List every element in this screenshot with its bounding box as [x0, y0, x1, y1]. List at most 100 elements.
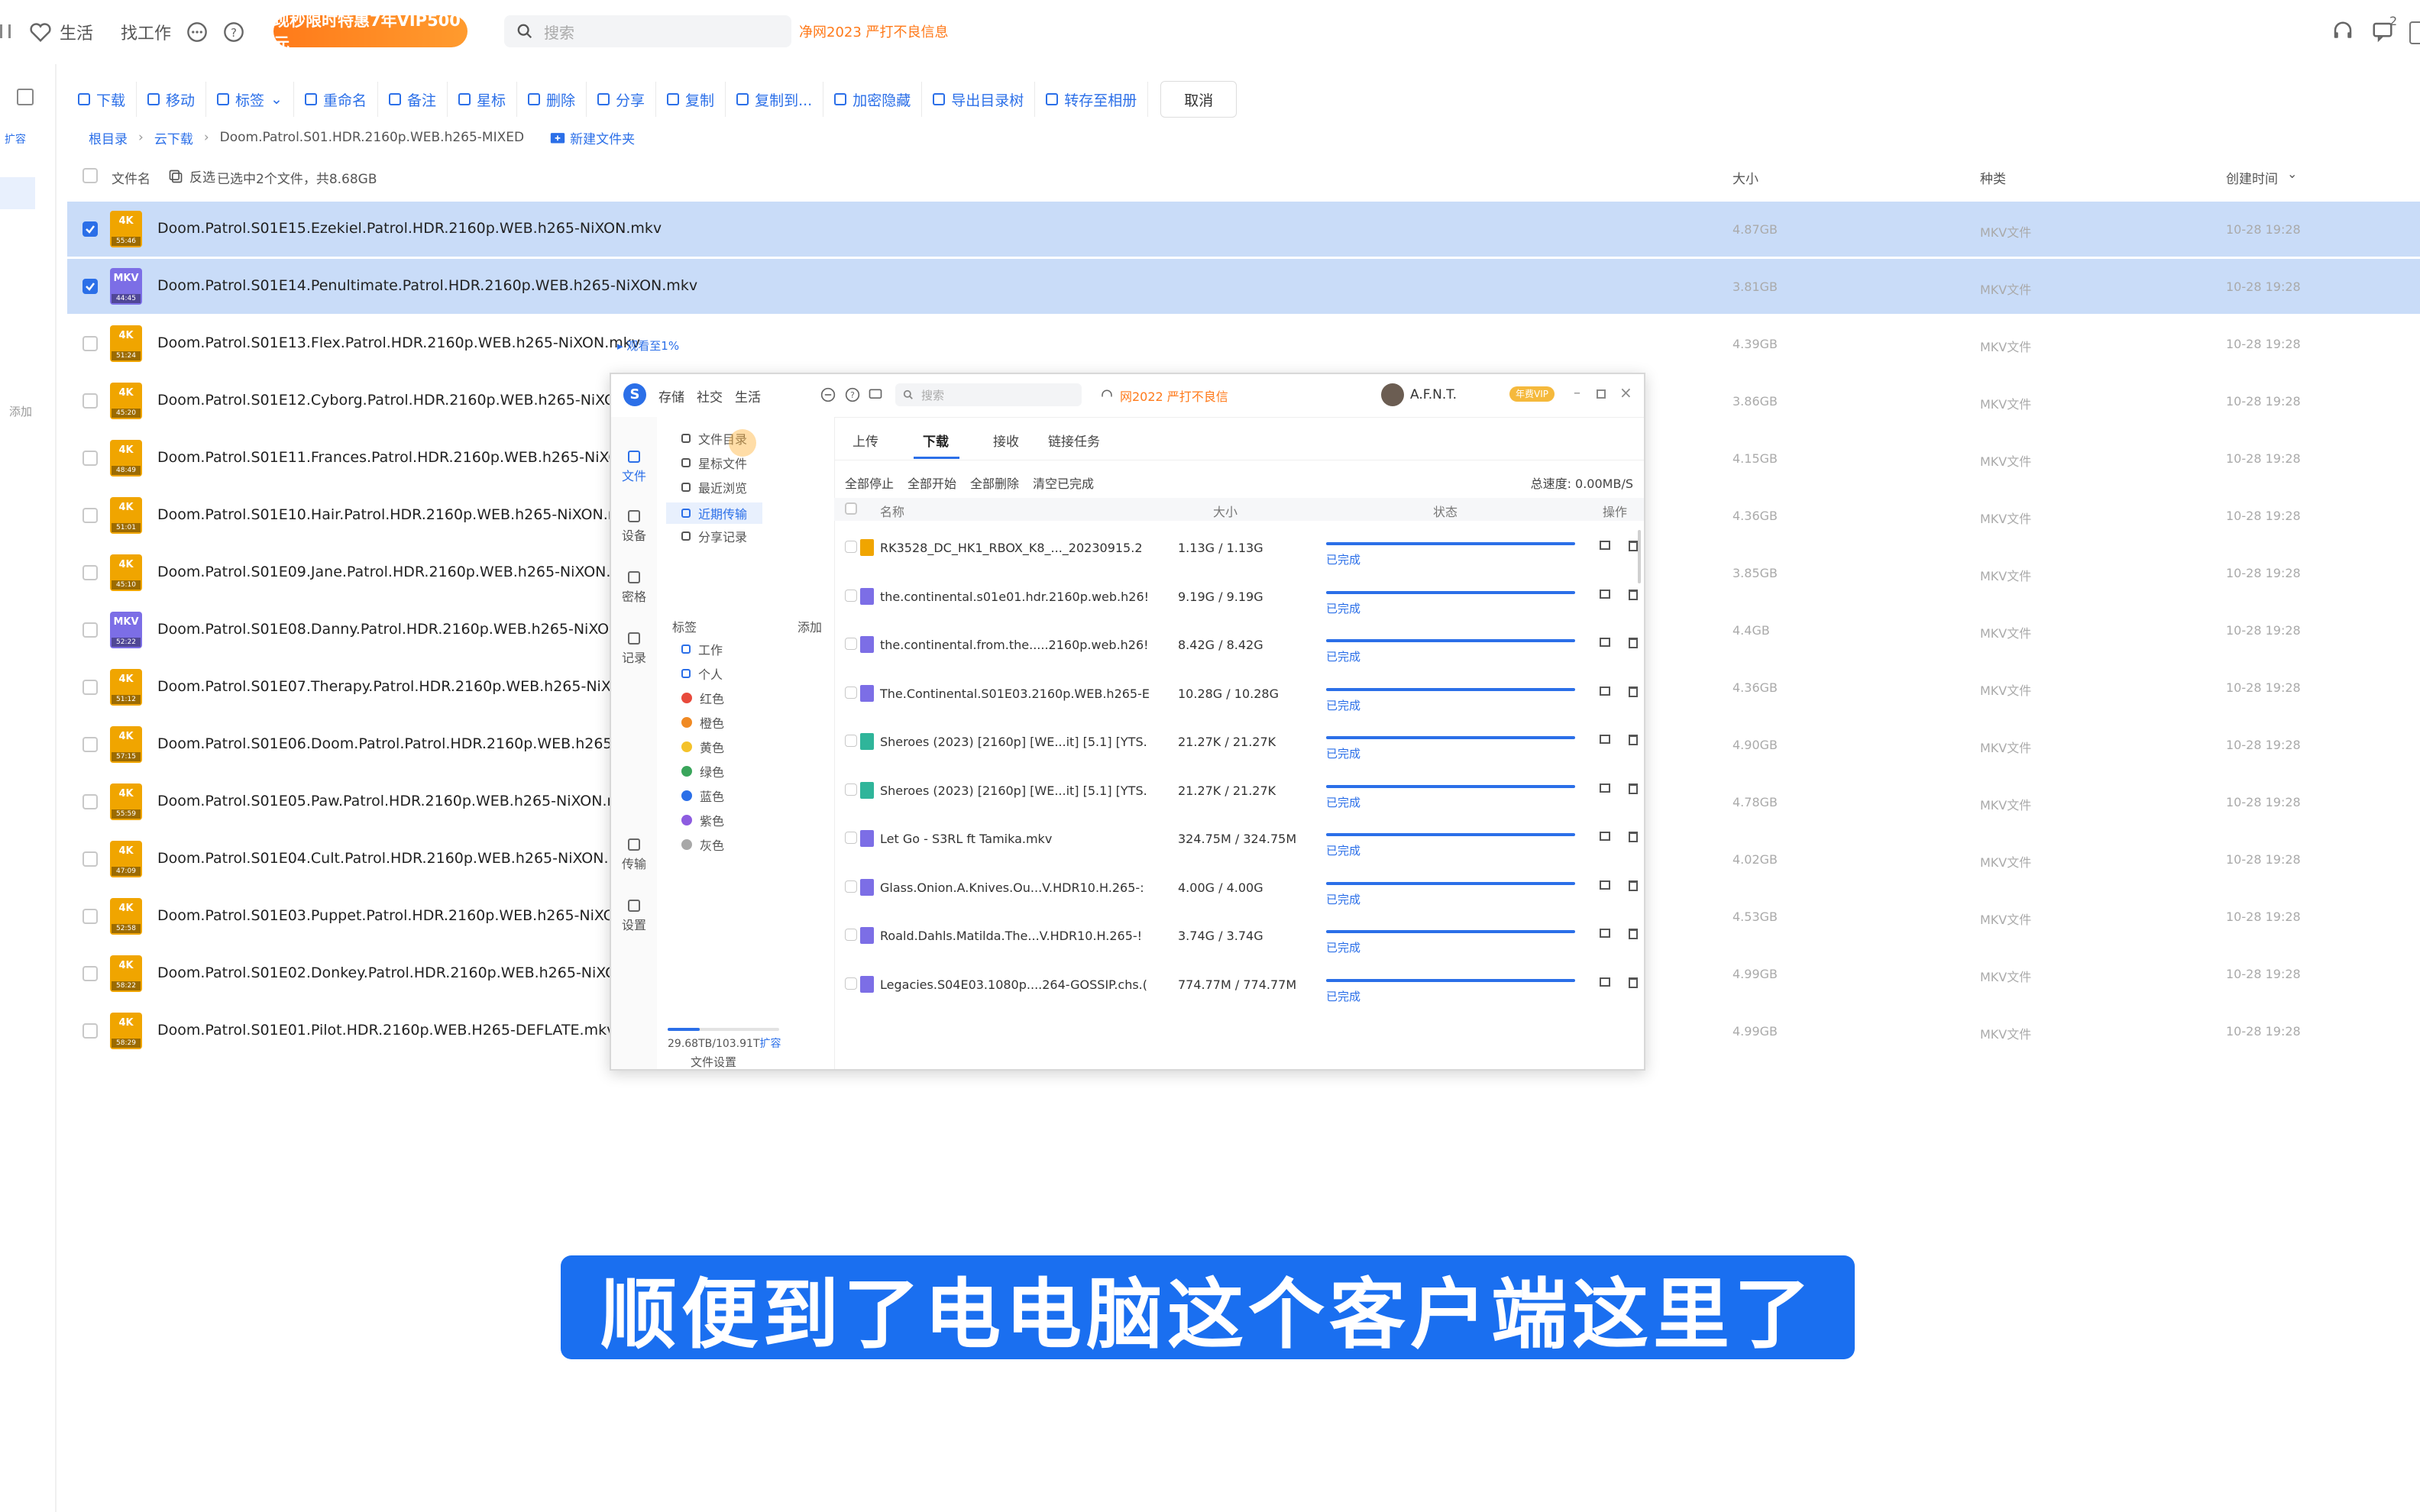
- transfer-checkbox[interactable]: [845, 783, 857, 796]
- client-rail-vault[interactable]: 密格: [611, 571, 657, 605]
- help-icon[interactable]: ?: [845, 387, 860, 402]
- client-rail-folder[interactable]: 文件: [611, 451, 657, 484]
- tag-item[interactable]: 工作: [681, 640, 723, 658]
- encrypt-hide-button[interactable]: 加密隐藏: [823, 82, 923, 117]
- star-button[interactable]: 星标: [448, 82, 518, 117]
- file-checkbox[interactable]: [82, 565, 98, 580]
- file-checkbox[interactable]: [82, 966, 98, 981]
- file-checkbox[interactable]: [82, 909, 98, 924]
- transfer-row[interactable]: the.continental.s01e01.hdr.2160p.web.h26…: [834, 579, 1644, 628]
- file-name[interactable]: Doom.Patrol.S01E03.Puppet.Patrol.HDR.216…: [157, 907, 662, 924]
- client-nav-storage[interactable]: 存储: [658, 386, 684, 405]
- breadcrumb-root[interactable]: 根目录: [89, 128, 128, 147]
- minimize-icon[interactable]: –: [1574, 385, 1580, 401]
- more-icon[interactable]: [820, 387, 836, 402]
- storage-expand-link[interactable]: 扩容: [760, 1038, 781, 1050]
- delete-icon[interactable]: [1629, 541, 1638, 551]
- transfer-checkbox[interactable]: [845, 880, 857, 893]
- life-nav[interactable]: 生活: [29, 18, 93, 46]
- file-checkbox[interactable]: [82, 680, 98, 695]
- transfer-row[interactable]: the.continental.from.the.....2160p.web.h…: [834, 627, 1644, 676]
- file-name[interactable]: Doom.Patrol.S01E01.Pilot.HDR.2160p.WEB.H…: [157, 1022, 615, 1039]
- delete-icon[interactable]: [1629, 686, 1638, 697]
- expand-badge[interactable]: 扩容: [5, 131, 26, 147]
- transfer-row[interactable]: Let Go - S3RL ft Tamika.mkv 324.75M / 324…: [834, 821, 1644, 870]
- tab-download[interactable]: 下载: [923, 431, 949, 450]
- search-input[interactable]: 搜索: [504, 15, 791, 47]
- rail-selected-item[interactable]: [0, 177, 35, 209]
- file-checkbox[interactable]: [82, 393, 98, 409]
- delete-icon[interactable]: [1629, 783, 1638, 794]
- file-checkbox[interactable]: [82, 508, 98, 523]
- open-folder-icon[interactable]: [1600, 638, 1610, 647]
- save-to-album-button[interactable]: 转存至相册: [1035, 82, 1149, 117]
- window-icon[interactable]: [2409, 21, 2420, 44]
- transfer-checkbox[interactable]: [845, 735, 857, 747]
- new-folder-button[interactable]: 新建文件夹: [550, 128, 635, 147]
- client-rail-transfer[interactable]: 传输: [611, 838, 657, 872]
- delete-icon[interactable]: [1629, 929, 1638, 939]
- delete-icon[interactable]: [1629, 589, 1638, 600]
- transfer-checkbox[interactable]: [845, 977, 857, 990]
- column-size[interactable]: 大小: [1732, 168, 1758, 187]
- delete-all-button[interactable]: 全部删除: [970, 473, 1019, 492]
- file-checkbox[interactable]: [82, 451, 98, 466]
- file-name[interactable]: Doom.Patrol.S01E13.Flex.Patrol.HDR.2160p…: [157, 334, 640, 351]
- chat-icon[interactable]: [868, 387, 883, 402]
- menu-icon[interactable]: [0, 24, 11, 38]
- move-button[interactable]: 移动: [137, 82, 207, 117]
- file-checkbox[interactable]: [82, 279, 98, 294]
- username[interactable]: A.F.N.T.: [1410, 387, 1457, 402]
- download-button[interactable]: 下载: [67, 82, 138, 117]
- file-name[interactable]: Doom.Patrol.S01E02.Donkey.Patrol.HDR.216…: [157, 964, 663, 981]
- close-icon[interactable]: ×: [1619, 383, 1632, 402]
- watch-progress-link[interactable]: ▸ 观看至1%: [617, 338, 679, 354]
- transfer-file-name[interactable]: Sheroes (2023) [2160p] [WE...it] [5.1] […: [880, 735, 1147, 749]
- invert-selection-button[interactable]: 反选: [168, 166, 215, 186]
- open-folder-icon[interactable]: [1600, 832, 1610, 841]
- transfer-file-name[interactable]: RK3528_DC_HK1_RBOX_K8_..._20230915.2: [880, 541, 1143, 555]
- open-folder-icon[interactable]: [1600, 541, 1610, 550]
- help-icon[interactable]: ?: [223, 21, 244, 43]
- file-checkbox[interactable]: [82, 737, 98, 752]
- transfer-file-name[interactable]: Glass.Onion.A.Knives.Ou...V.HDR10.H.265-…: [880, 880, 1144, 895]
- transfer-row[interactable]: The.Continental.S01E03.2160p.WEB.h265-E 1…: [834, 676, 1644, 725]
- file-checkbox[interactable]: [82, 1023, 98, 1039]
- transfer-checkbox[interactable]: [845, 832, 857, 844]
- file-checkbox[interactable]: [82, 221, 98, 237]
- client-side-item[interactable]: 最近浏览: [681, 478, 747, 496]
- avatar[interactable]: [1381, 383, 1404, 406]
- transfer-checkbox[interactable]: [845, 541, 857, 553]
- transfer-row[interactable]: Glass.Onion.A.Knives.Ou...V.HDR10.H.265-…: [834, 870, 1644, 919]
- open-folder-icon[interactable]: [1600, 880, 1610, 890]
- transfer-row[interactable]: Roald.Dahls.Matilda.The...V.HDR10.H.265-…: [834, 918, 1644, 967]
- copy-button[interactable]: 复制: [656, 82, 726, 117]
- transfer-file-name[interactable]: The.Continental.S01E03.2160p.WEB.h265-E: [880, 687, 1150, 701]
- delete-icon[interactable]: [1629, 977, 1638, 988]
- transfer-checkbox[interactable]: [845, 686, 857, 699]
- client-search-input[interactable]: 搜索: [895, 383, 1082, 406]
- client-side-item[interactable]: 分享记录: [681, 527, 747, 545]
- file-name[interactable]: Doom.Patrol.S01E10.Hair.Patrol.HDR.2160p…: [157, 506, 639, 523]
- collapse-icon[interactable]: [17, 89, 34, 105]
- file-row[interactable]: MKV 44:45 Doom.Patrol.S01E14.Penultimate.P…: [67, 259, 2420, 314]
- file-row[interactable]: 4K 55:46 Doom.Patrol.S01E15.Ezekiel.Patrol…: [67, 202, 2420, 257]
- delete-icon[interactable]: [1629, 880, 1638, 891]
- client-rail-record[interactable]: 记录: [611, 632, 657, 666]
- file-name[interactable]: Doom.Patrol.S01E12.Cyborg.Patrol.HDR.216…: [157, 392, 662, 409]
- transfer-row[interactable]: Sheroes (2023) [2160p] [WE...it] [5.1] […: [834, 773, 1644, 822]
- transfer-file-name[interactable]: Legacies.S04E03.1080p....264-GOSSIP.chs.…: [880, 977, 1147, 992]
- column-name[interactable]: 文件名: [112, 168, 150, 187]
- tab-link-tasks[interactable]: 链接任务: [1048, 431, 1100, 450]
- file-name[interactable]: Doom.Patrol.S01E07.Therapy.Patrol.HDR.21…: [157, 678, 668, 695]
- tag-item[interactable]: 绿色: [681, 762, 724, 780]
- open-folder-icon[interactable]: [1600, 589, 1610, 599]
- tab-receive[interactable]: 接收: [993, 431, 1019, 450]
- tag-item[interactable]: 紫色: [681, 811, 724, 829]
- tag-item[interactable]: 红色: [681, 689, 724, 707]
- maximize-icon[interactable]: [1597, 389, 1606, 399]
- file-name[interactable]: Doom.Patrol.S01E14.Penultimate.Patrol.HD…: [157, 277, 697, 294]
- delete-icon[interactable]: [1629, 735, 1638, 745]
- transfer-row[interactable]: RK3528_DC_HK1_RBOX_K8_..._20230915.2 1.13…: [834, 530, 1644, 579]
- delete-button[interactable]: 删除: [517, 82, 587, 117]
